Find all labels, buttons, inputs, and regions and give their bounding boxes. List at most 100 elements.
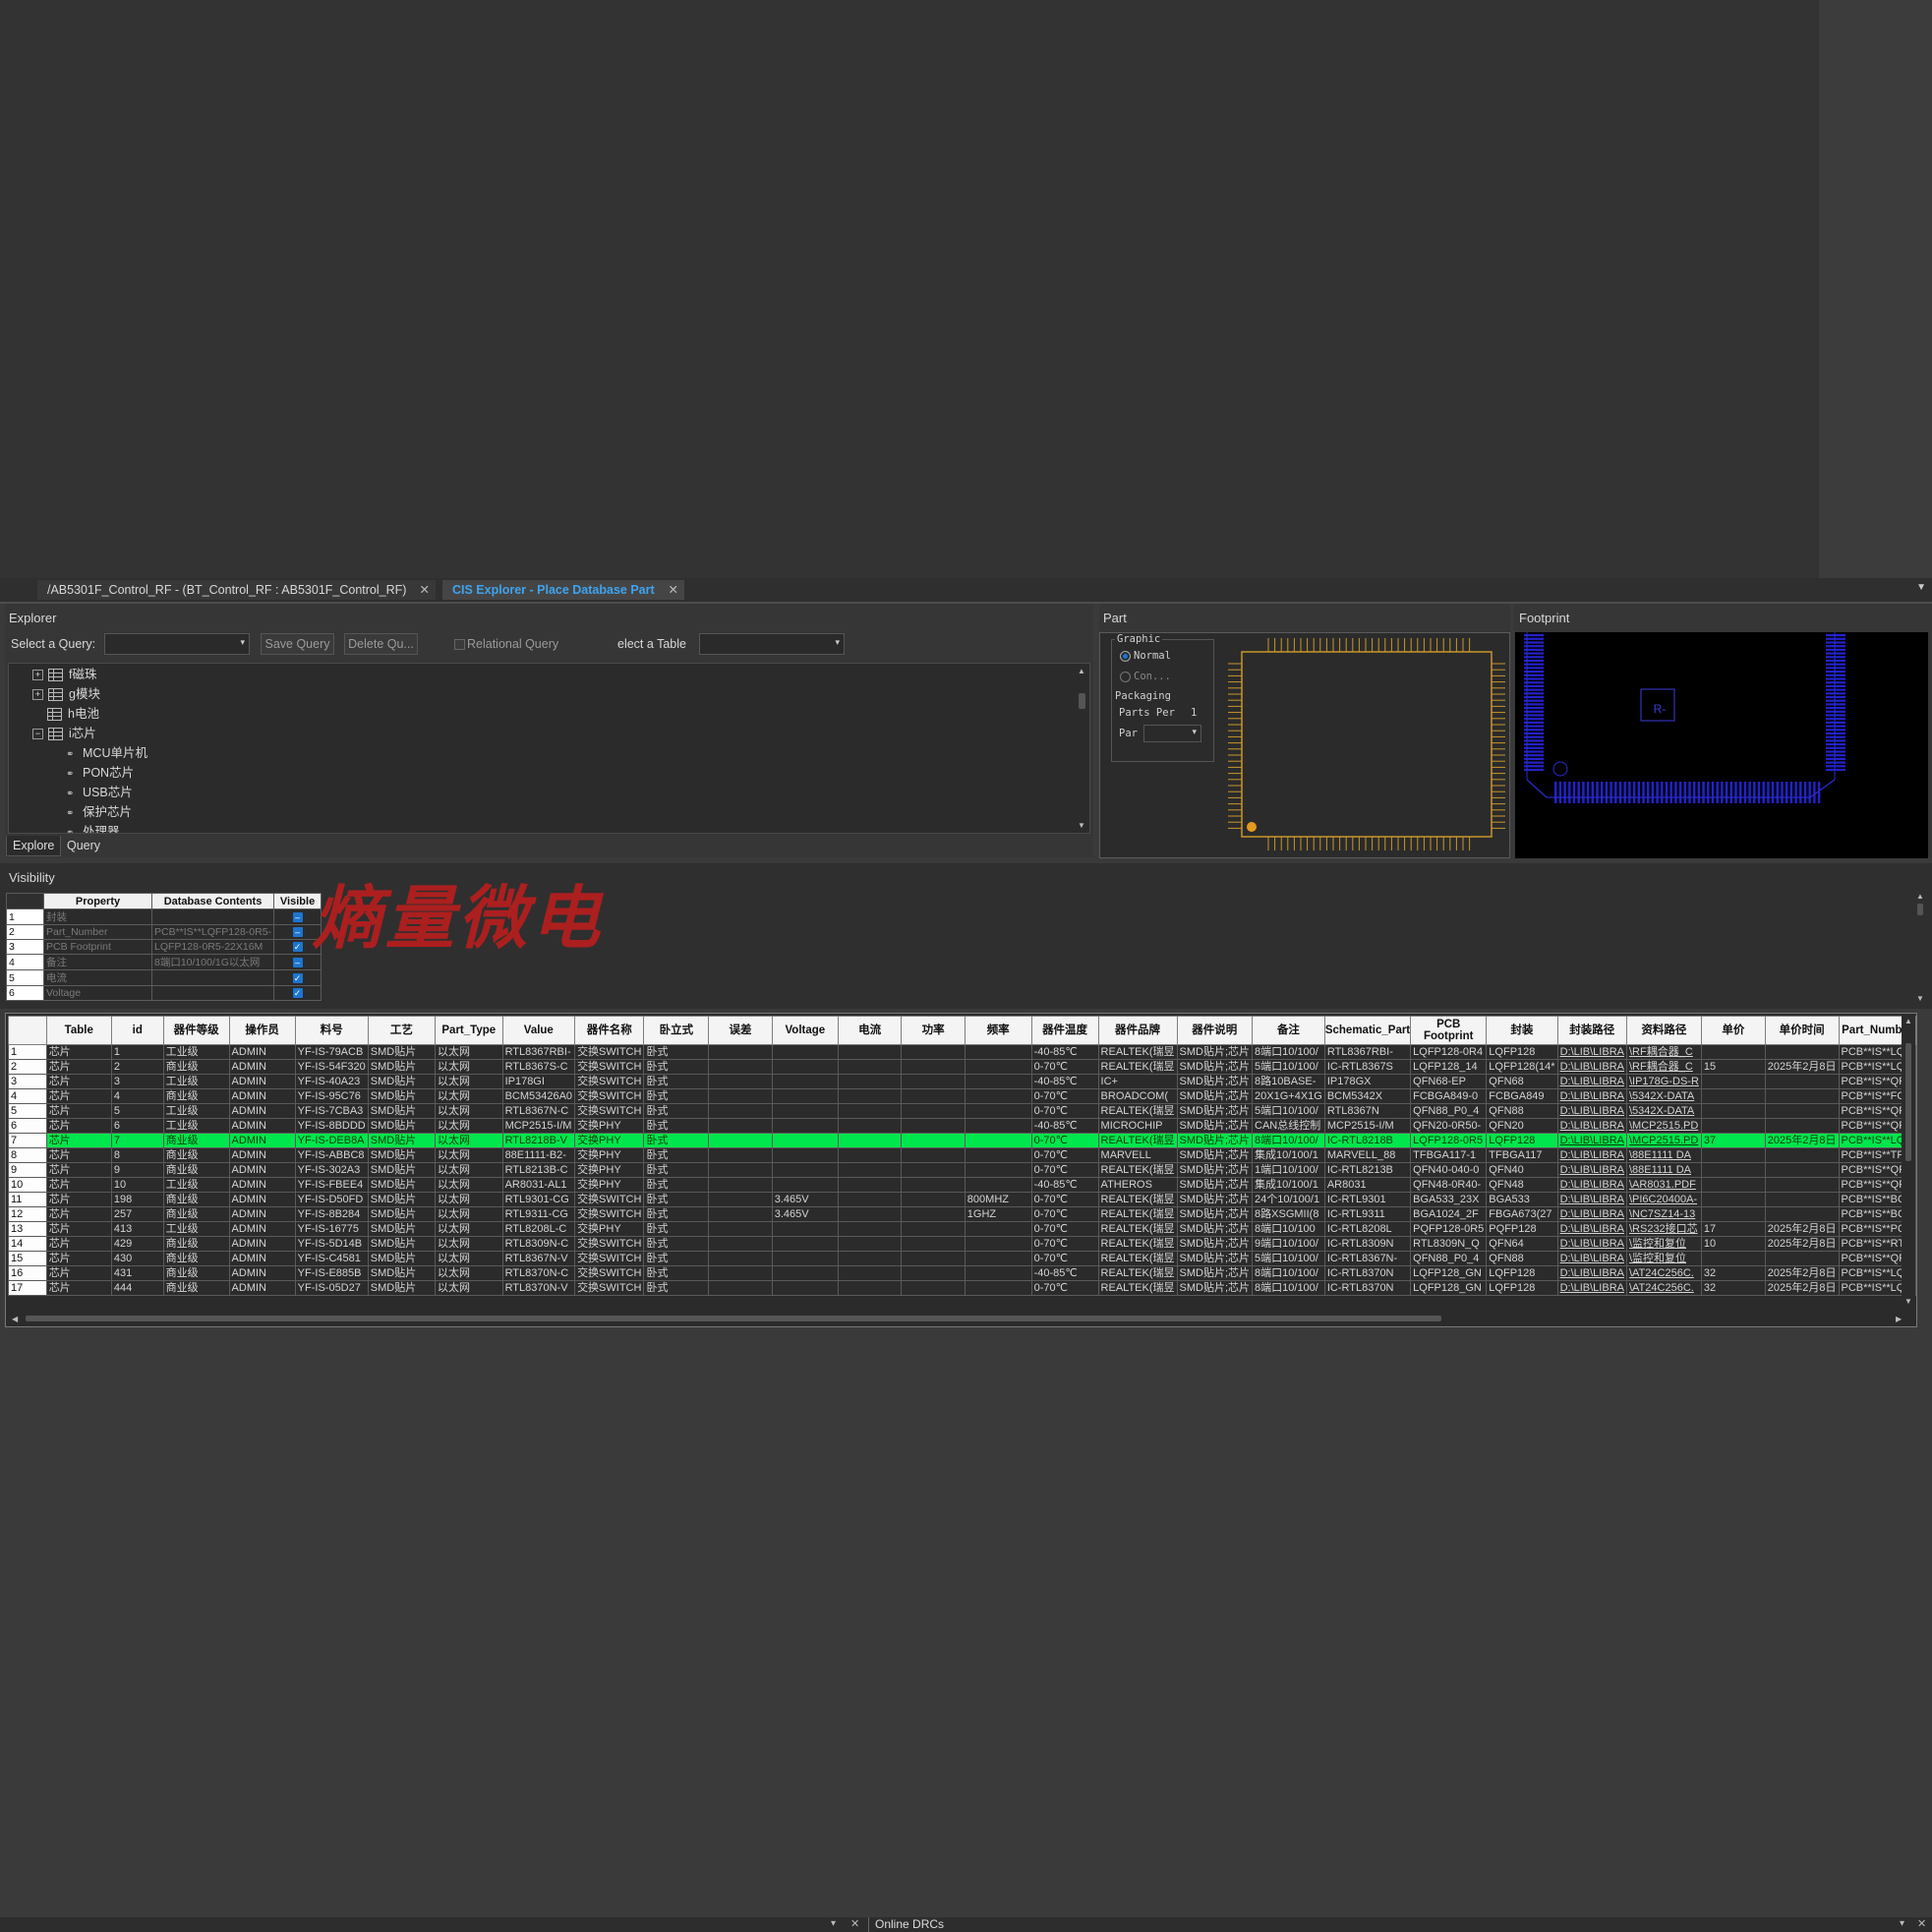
table-cell[interactable]: 1 <box>110 1044 164 1060</box>
table-cell[interactable]: 芯片 <box>45 1177 112 1193</box>
close-icon[interactable]: ✕ <box>1917 1917 1926 1930</box>
table-cell[interactable]: RTL8370N-C <box>501 1265 576 1281</box>
table-cell[interactable]: 商业级 <box>162 1265 230 1281</box>
table-cell[interactable]: 卧式 <box>643 1177 710 1193</box>
table-cell[interactable]: ADMIN <box>228 1133 296 1148</box>
table-cell[interactable]: IC-RTL9301 <box>1323 1192 1412 1207</box>
table-cell[interactable]: 以太网 <box>434 1147 503 1163</box>
table-cell[interactable]: 交换PHY <box>574 1177 645 1193</box>
column-header[interactable]: Value <box>501 1016 576 1045</box>
table-cell[interactable]: LQFP128 <box>1486 1280 1558 1296</box>
table-cell[interactable] <box>708 1177 773 1193</box>
visibility-row[interactable]: 6 Voltage ✓ <box>6 985 322 1001</box>
row-number[interactable]: 8 <box>8 1147 47 1163</box>
table-cell[interactable] <box>837 1059 903 1075</box>
table-row[interactable]: 16 芯片 431 商业级 ADMIN YF-IS-E885B SMD贴片 以太网 RTL837… <box>8 1265 1916 1281</box>
table-cell[interactable]: \监控和复位 <box>1625 1236 1702 1252</box>
table-cell[interactable] <box>901 1074 966 1089</box>
table-cell[interactable] <box>1700 1147 1766 1163</box>
table-cell[interactable]: 以太网 <box>434 1236 503 1252</box>
table-cell[interactable]: PQFP128-0R5 <box>1410 1221 1488 1237</box>
table-cell[interactable]: ADMIN <box>228 1118 296 1134</box>
table-cell[interactable]: \5342X-DATA <box>1625 1103 1702 1119</box>
table-cell[interactable] <box>708 1088 773 1104</box>
table-cell[interactable]: ADMIN <box>228 1044 296 1060</box>
table-cell[interactable]: D:\LIB\LIBRA <box>1556 1206 1627 1222</box>
table-cell[interactable]: QFN20-0R50- <box>1410 1118 1488 1134</box>
table-cell[interactable]: YF-IS-FBEE4 <box>294 1177 369 1193</box>
table-cell[interactable] <box>708 1147 773 1163</box>
table-cell[interactable]: SMD贴片;芯片 <box>1176 1177 1254 1193</box>
table-cell[interactable]: \88E1111 DA <box>1625 1147 1702 1163</box>
table-cell[interactable] <box>771 1074 839 1089</box>
table-cell[interactable] <box>708 1162 773 1178</box>
table-cell[interactable] <box>837 1177 903 1193</box>
table-cell[interactable]: ADMIN <box>228 1177 296 1193</box>
table-cell[interactable]: ADMIN <box>228 1236 296 1252</box>
table-cell[interactable] <box>901 1044 966 1060</box>
table-cell[interactable]: SMD贴片;芯片 <box>1176 1088 1254 1104</box>
table-cell[interactable]: SMD贴片;芯片 <box>1176 1103 1254 1119</box>
table-cell[interactable]: REALTEK(瑞昱 <box>1097 1236 1178 1252</box>
table-cell[interactable]: ADMIN <box>228 1206 296 1222</box>
table-cell[interactable]: -40-85℃ <box>1030 1118 1099 1134</box>
table-cell[interactable]: YF-IS-79ACB <box>294 1044 369 1060</box>
table-cell[interactable]: SMD贴片 <box>367 1074 436 1089</box>
column-header[interactable]: 器件等级 <box>162 1016 230 1045</box>
table-cell[interactable]: 2025年2月8日 <box>1764 1265 1840 1281</box>
table-cell[interactable] <box>837 1265 903 1281</box>
table-cell[interactable] <box>708 1059 773 1075</box>
table-cell[interactable]: RTL8367N-C <box>501 1103 576 1119</box>
table-cell[interactable] <box>771 1118 839 1134</box>
table-row[interactable]: 8 芯片 8 商业级 ADMIN YF-IS-ABBC8 SMD贴片 以太网 88E1111-B… <box>8 1147 1916 1163</box>
table-cell[interactable]: 卧式 <box>643 1118 710 1134</box>
checked-checkbox-icon[interactable]: ✓ <box>292 942 303 953</box>
table-cell[interactable] <box>771 1044 839 1060</box>
table-cell[interactable]: SMD贴片 <box>367 1118 436 1134</box>
table-row[interactable]: 15 芯片 430 商业级 ADMIN YF-IS-C4581 SMD贴片 以太网 RTL836… <box>8 1251 1916 1266</box>
table-cell[interactable]: SMD贴片 <box>367 1251 436 1266</box>
tree-scrollbar[interactable]: ▲ ▼ <box>1075 664 1089 833</box>
table-cell[interactable]: ADMIN <box>228 1074 296 1089</box>
table-cell[interactable] <box>1700 1118 1766 1134</box>
table-cell[interactable]: AR8031 <box>1323 1177 1412 1193</box>
table-cell[interactable] <box>708 1103 773 1119</box>
table-cell[interactable] <box>901 1236 966 1252</box>
property-cell[interactable]: Part_Number <box>43 924 152 940</box>
close-icon[interactable]: ✕ <box>850 1917 859 1930</box>
table-cell[interactable]: YF-IS-8B284 <box>294 1206 369 1222</box>
table-cell[interactable]: -40-85℃ <box>1030 1074 1099 1089</box>
column-header[interactable]: Property <box>43 893 152 909</box>
column-header[interactable]: 卧立式 <box>643 1016 710 1045</box>
property-cell[interactable]: 封装 <box>43 908 152 925</box>
table-cell[interactable]: QFN40 <box>1486 1162 1558 1178</box>
table-cell[interactable]: SMD贴片 <box>367 1103 436 1119</box>
table-cell[interactable]: 9 <box>110 1162 164 1178</box>
column-header[interactable]: Database Contents <box>150 893 275 909</box>
table-cell[interactable]: SMD贴片;芯片 <box>1176 1280 1254 1296</box>
property-cell[interactable]: 备注 <box>43 954 152 970</box>
table-cell[interactable]: 卧式 <box>643 1236 710 1252</box>
table-cell[interactable]: 20X1G+4X1G <box>1252 1088 1325 1104</box>
table-cell[interactable]: IP178GI <box>501 1074 576 1089</box>
table-cell[interactable]: 以太网 <box>434 1265 503 1281</box>
table-cell[interactable] <box>1700 1103 1766 1119</box>
table-cell[interactable]: 以太网 <box>434 1192 503 1207</box>
table-cell[interactable] <box>837 1251 903 1266</box>
table-cell[interactable]: FCBGA849-0 <box>1410 1088 1488 1104</box>
table-cell[interactable]: 15 <box>1700 1059 1766 1075</box>
table-cell[interactable]: 芯片 <box>45 1074 112 1089</box>
table-cell[interactable]: 431 <box>110 1265 164 1281</box>
column-header[interactable]: 资料路径 <box>1625 1016 1702 1045</box>
table-cell[interactable]: QFN48 <box>1486 1177 1558 1193</box>
delete-query-button[interactable]: Delete Qu... <box>344 633 418 655</box>
table-cell[interactable]: MARVELL <box>1097 1147 1178 1163</box>
table-cell[interactable]: D:\LIB\LIBRA <box>1556 1074 1627 1089</box>
visibility-row[interactable]: 1 封装 – <box>6 908 322 925</box>
table-cell[interactable]: 交换SWITCH <box>574 1280 645 1296</box>
table-cell[interactable]: 以太网 <box>434 1118 503 1134</box>
table-row[interactable]: 11 芯片 198 商业级 ADMIN YF-IS-D50FD SMD贴片 以太网 RTL930… <box>8 1192 1916 1207</box>
table-cell[interactable]: 2025年2月8日 <box>1764 1280 1840 1296</box>
table-cell[interactable]: 800MHZ <box>964 1192 1032 1207</box>
table-cell[interactable] <box>837 1133 903 1148</box>
